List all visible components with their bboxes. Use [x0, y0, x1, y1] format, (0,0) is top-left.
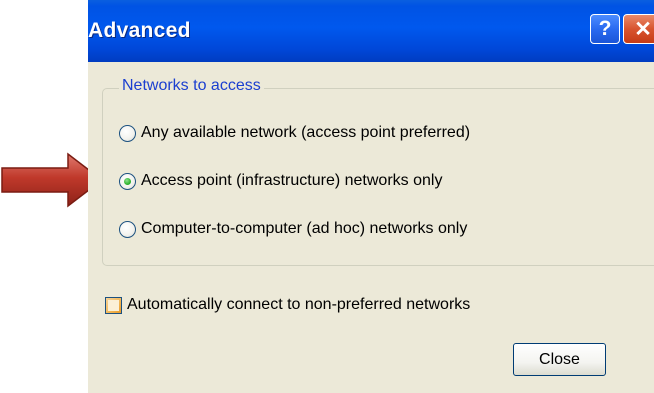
- radio-option-ad-hoc[interactable]: Computer-to-computer (ad hoc) networks o…: [119, 218, 467, 240]
- help-button[interactable]: ?: [590, 14, 620, 44]
- radio-button-unselected[interactable]: [119, 124, 136, 142]
- window-close-button[interactable]: ✕: [623, 14, 654, 44]
- radio-label-any-network: Any available network (access point pref…: [141, 124, 471, 141]
- close-button[interactable]: Close: [513, 343, 606, 376]
- help-icon: ?: [598, 17, 612, 40]
- close-icon: ✕: [634, 17, 652, 41]
- auto-connect-checkbox[interactable]: [105, 296, 122, 314]
- radio-selected-dot-icon: [124, 177, 131, 185]
- advanced-dialog: Advanced ? ✕ Networks to access Any avai…: [88, 0, 654, 393]
- auto-connect-row[interactable]: Automatically connect to non-preferred n…: [105, 294, 470, 316]
- radio-label-ad-hoc: Computer-to-computer (ad hoc) networks o…: [141, 220, 468, 237]
- title-bar[interactable]: Advanced ? ✕: [88, 0, 654, 62]
- dialog-title: Advanced: [88, 19, 191, 42]
- checkbox-inner: [108, 299, 119, 311]
- radio-option-any-network[interactable]: Any available network (access point pref…: [119, 122, 470, 144]
- screenshot-stage: Advanced ? ✕ Networks to access Any avai…: [0, 0, 654, 393]
- radio-option-access-point[interactable]: Access point (infrastructure) networks o…: [119, 170, 442, 192]
- networks-group-legend: Networks to access: [119, 77, 264, 95]
- radio-button-unselected[interactable]: [119, 220, 136, 238]
- auto-connect-label: Automatically connect to non-preferred n…: [127, 296, 471, 313]
- radio-button-selected[interactable]: [119, 172, 136, 190]
- radio-label-access-point: Access point (infrastructure) networks o…: [141, 172, 443, 189]
